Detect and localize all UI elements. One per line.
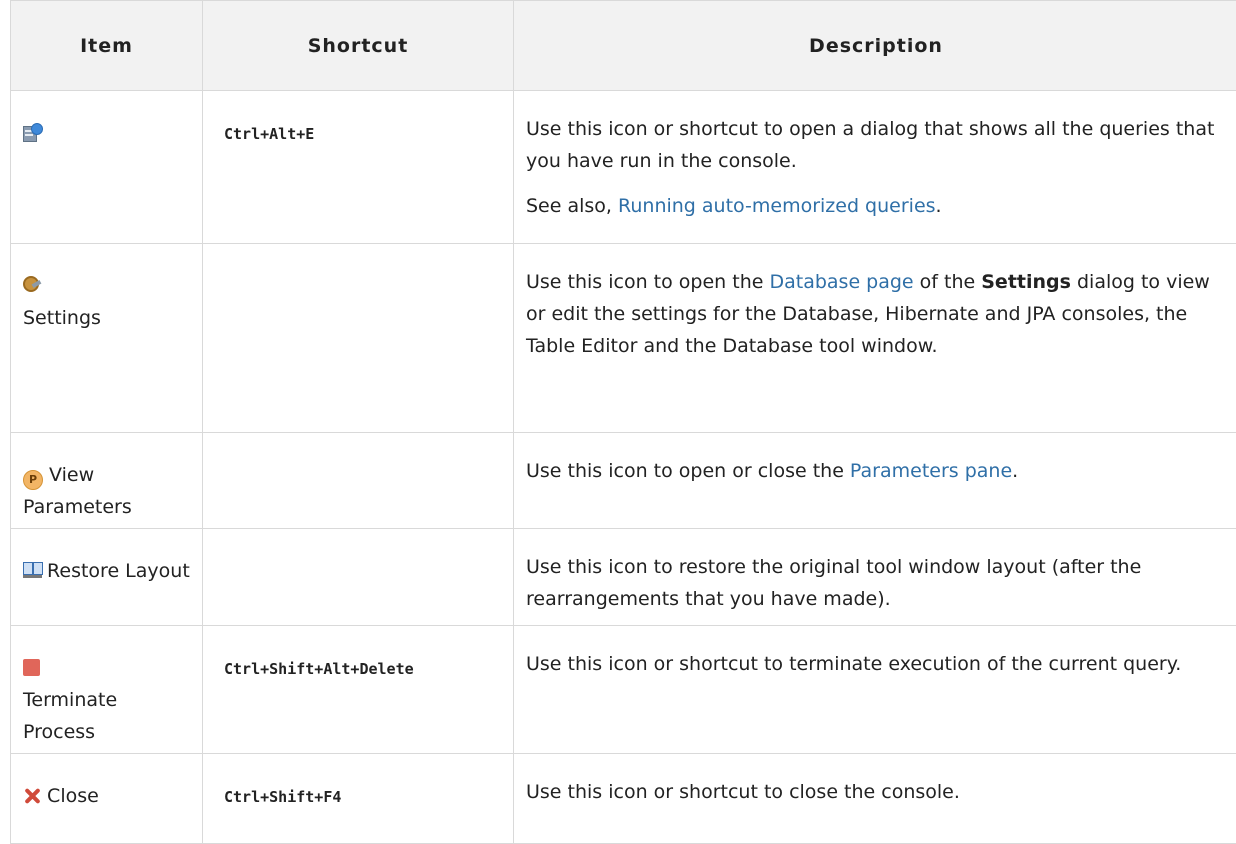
description-prefix: Use this icon to open the bbox=[526, 271, 769, 293]
description-text: Use this icon or shortcut to open a dial… bbox=[526, 113, 1226, 177]
description-cell: Use this icon to restore the original to… bbox=[514, 529, 1236, 626]
table-row: Terminate Process Ctrl+Shift+Alt+Delete … bbox=[11, 626, 1236, 754]
item-cell: Settings bbox=[11, 244, 203, 433]
settings-dialog-name: Settings bbox=[981, 271, 1071, 293]
table-row: Ctrl+Alt+E Use this icon or shortcut to … bbox=[11, 91, 1236, 244]
shortcut-cell bbox=[203, 433, 514, 529]
description-cell: Use this icon to open or close the Param… bbox=[514, 433, 1236, 529]
running-auto-memorized-queries-link[interactable]: Running auto-memorized queries bbox=[618, 195, 936, 217]
description-cell: Use this icon or shortcut to terminate e… bbox=[514, 626, 1236, 754]
table-row: Restore Layout Use this icon to restore … bbox=[11, 529, 1236, 626]
shortcut-cell bbox=[203, 244, 514, 433]
shortcut-cell: Ctrl+Shift+F4 bbox=[203, 754, 514, 844]
description-cell: Use this icon or shortcut to close the c… bbox=[514, 754, 1236, 844]
terminate-icon[interactable] bbox=[23, 659, 40, 676]
description-mid: of the bbox=[914, 271, 982, 293]
table-row: Settings Use this icon to open the Datab… bbox=[11, 244, 1236, 433]
shortcut-cell: Ctrl+Alt+E bbox=[203, 91, 514, 244]
see-also-text: See also, Running auto-memorized queries… bbox=[526, 190, 1226, 222]
close-icon[interactable] bbox=[23, 786, 41, 804]
settings-icon[interactable] bbox=[23, 276, 41, 294]
description-text: Use this icon to open the Database page … bbox=[526, 266, 1226, 362]
item-cell: Close bbox=[11, 754, 203, 844]
description-prefix: Use this icon to open or close the bbox=[526, 460, 850, 482]
description-cell: Use this icon to open the Database page … bbox=[514, 244, 1236, 433]
parameters-pane-link[interactable]: Parameters pane bbox=[850, 460, 1012, 482]
item-cell: Terminate Process bbox=[11, 626, 203, 754]
table-row: P View Parameters Use this icon to open … bbox=[11, 433, 1236, 529]
item-cell: Restore Layout bbox=[11, 529, 203, 626]
description-cell: Use this icon or shortcut to open a dial… bbox=[514, 91, 1236, 244]
item-label: Restore Layout bbox=[47, 560, 190, 582]
item-label: Terminate Process bbox=[23, 689, 117, 743]
item-label: Settings bbox=[23, 307, 101, 329]
shortcut-cell bbox=[203, 529, 514, 626]
see-also-suffix: . bbox=[936, 195, 942, 217]
restore-layout-icon[interactable] bbox=[23, 561, 41, 579]
description-text: Use this icon to open or close the Param… bbox=[526, 455, 1226, 487]
item-label: Close bbox=[47, 785, 99, 807]
column-header-description: Description bbox=[514, 1, 1236, 91]
see-also-prefix: See also, bbox=[526, 195, 618, 217]
shortcut-cell: Ctrl+Shift+Alt+Delete bbox=[203, 626, 514, 754]
query-history-icon[interactable] bbox=[23, 123, 41, 141]
table-row: Close Ctrl+Shift+F4 Use this icon or sho… bbox=[11, 754, 1236, 844]
parameters-icon[interactable]: P bbox=[23, 470, 43, 490]
shortcuts-table: Item Shortcut Description Ctrl+Alt+E Use… bbox=[10, 0, 1236, 844]
column-header-shortcut: Shortcut bbox=[203, 1, 514, 91]
database-page-link[interactable]: Database page bbox=[769, 271, 913, 293]
item-cell: P View Parameters bbox=[11, 433, 203, 529]
column-header-item: Item bbox=[11, 1, 203, 91]
table-header-row: Item Shortcut Description bbox=[11, 1, 1236, 91]
description-suffix: . bbox=[1012, 460, 1018, 482]
item-cell bbox=[11, 91, 203, 244]
